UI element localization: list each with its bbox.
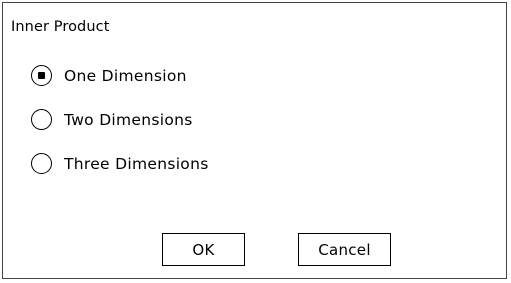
- radio-option-one-dimension[interactable]: One Dimension: [31, 65, 209, 109]
- radio-label: Two Dimensions: [64, 111, 193, 129]
- ok-button[interactable]: OK: [162, 233, 245, 266]
- radio-selected-dot: [38, 72, 45, 79]
- radio-label: One Dimension: [64, 67, 187, 85]
- radio-button[interactable]: [31, 65, 52, 86]
- radio-option-two-dimensions[interactable]: Two Dimensions: [31, 109, 209, 153]
- radio-button[interactable]: [31, 153, 52, 174]
- radio-option-three-dimensions[interactable]: Three Dimensions: [31, 153, 209, 197]
- dimension-radio-group: One Dimension Two Dimensions Three Dimen…: [31, 65, 209, 197]
- dialog-title: Inner Product: [11, 19, 110, 35]
- inner-product-dialog: Inner Product One Dimension Two Dimensio…: [2, 2, 507, 279]
- radio-button[interactable]: [31, 109, 52, 130]
- radio-label: Three Dimensions: [64, 155, 209, 173]
- cancel-button[interactable]: Cancel: [298, 233, 391, 266]
